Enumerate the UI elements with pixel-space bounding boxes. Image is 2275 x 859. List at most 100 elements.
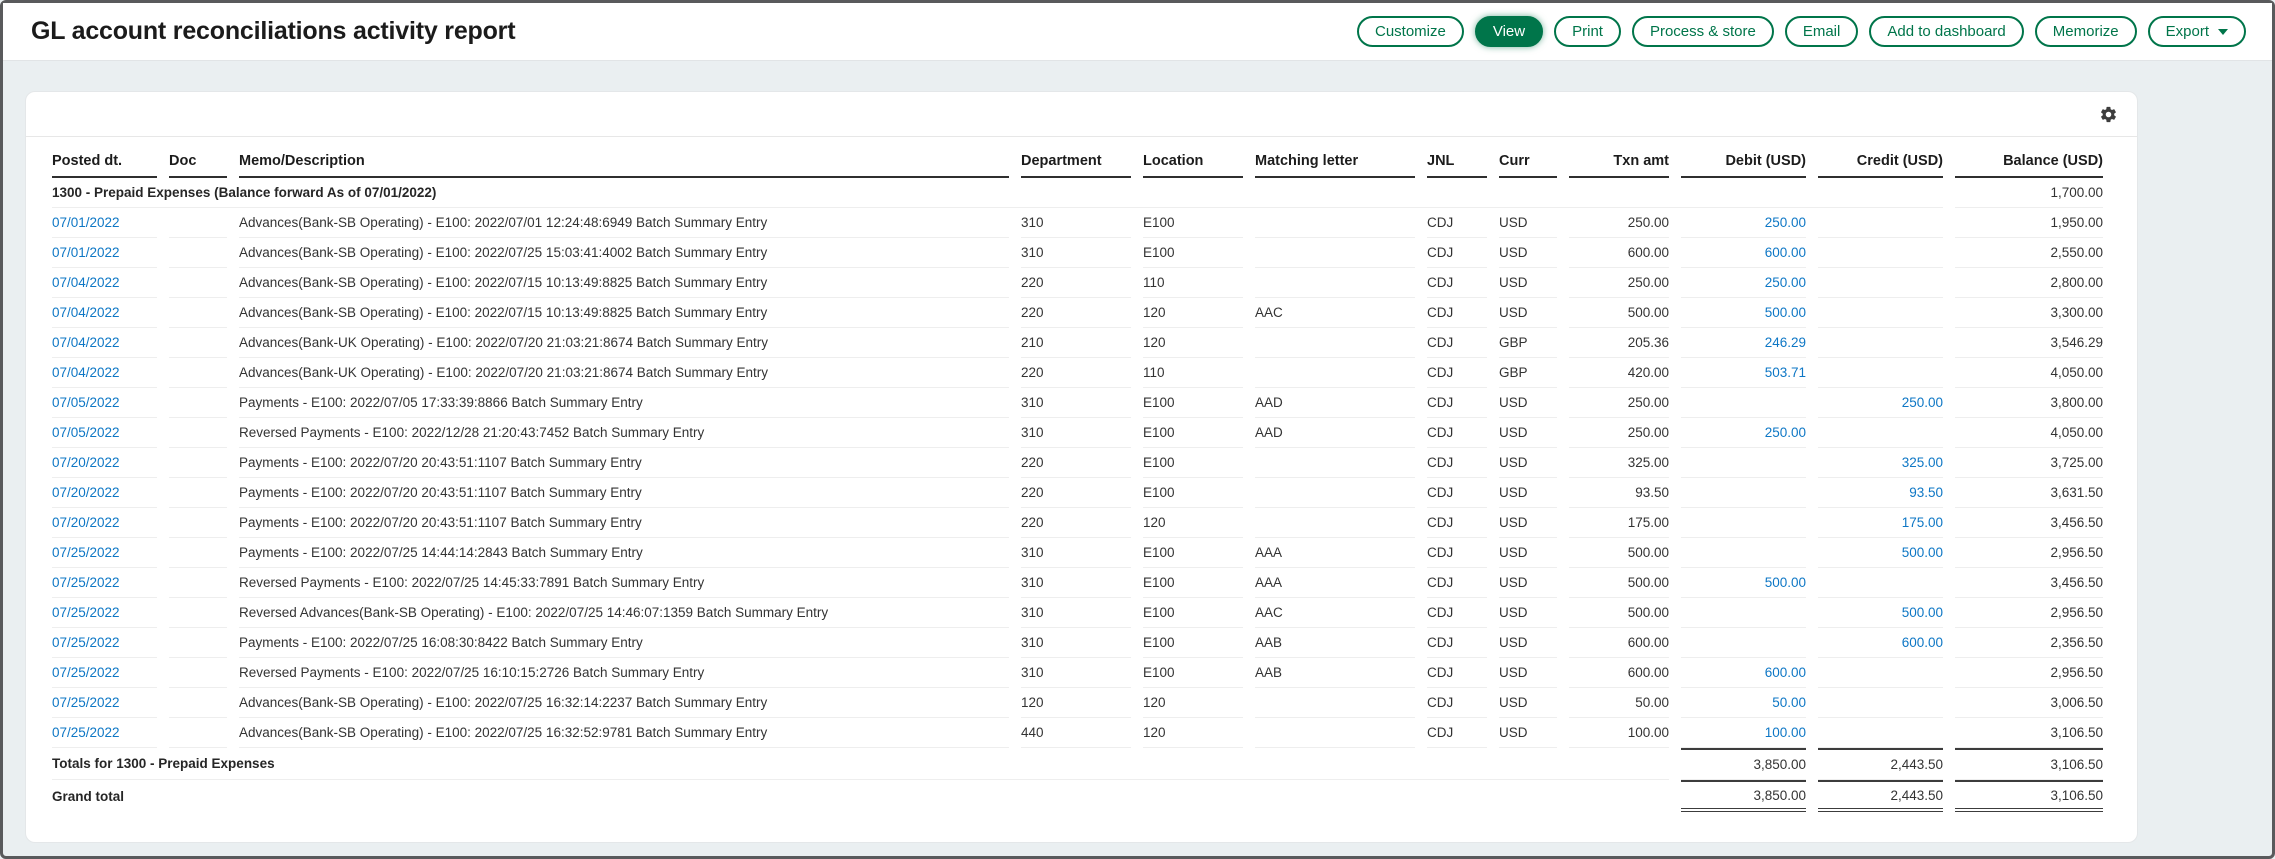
posted-date-link[interactable]: 07/20/2022 <box>52 455 120 470</box>
toolbar-button-add-to-dashboard[interactable]: Add to dashboard <box>1869 16 2023 47</box>
posted-date-link[interactable]: 07/20/2022 <box>52 485 120 500</box>
cell-balance: 4,050.00 <box>1955 418 2103 448</box>
cell-location: 110 <box>1143 358 1243 388</box>
settings-gear-icon[interactable] <box>2097 103 2119 125</box>
cell-matching <box>1255 208 1415 238</box>
cell-doc <box>169 658 227 688</box>
cell-matching <box>1255 448 1415 478</box>
cell-jnl: CDJ <box>1427 568 1487 598</box>
group-header-label: 1300 - Prepaid Expenses (Balance forward… <box>52 178 1943 208</box>
cell-jnl: CDJ <box>1427 538 1487 568</box>
column-header-memo: Memo/Description <box>239 143 1009 178</box>
posted-date-link[interactable]: 07/25/2022 <box>52 665 120 680</box>
cell-balance: 2,956.50 <box>1955 538 2103 568</box>
debit-amount-link[interactable]: 503.71 <box>1765 365 1806 380</box>
debit-amount-link[interactable]: 600.00 <box>1765 245 1806 260</box>
cell-department: 210 <box>1021 328 1131 358</box>
debit-amount-link[interactable]: 500.00 <box>1765 575 1806 590</box>
cell-credit <box>1818 718 1943 748</box>
button-label: Memorize <box>2053 24 2119 39</box>
debit-amount-link[interactable]: 250.00 <box>1765 215 1806 230</box>
posted-date-link[interactable]: 07/25/2022 <box>52 545 120 560</box>
posted-date-link[interactable]: 07/04/2022 <box>52 365 120 380</box>
cell-jnl: CDJ <box>1427 628 1487 658</box>
cell-txn: 250.00 <box>1569 388 1669 418</box>
posted-date-link[interactable]: 07/01/2022 <box>52 215 120 230</box>
credit-amount-link[interactable]: 600.00 <box>1902 635 1943 650</box>
posted-date-link[interactable]: 07/01/2022 <box>52 245 120 260</box>
caret-down-icon <box>2218 29 2228 35</box>
cell-doc <box>169 508 227 538</box>
posted-date-link[interactable]: 07/04/2022 <box>52 275 120 290</box>
cell-doc <box>169 208 227 238</box>
posted-date-link[interactable]: 07/04/2022 <box>52 305 120 320</box>
cell-credit: 175.00 <box>1818 508 1943 538</box>
cell-debit <box>1681 388 1806 418</box>
toolbar-button-print[interactable]: Print <box>1554 16 1621 47</box>
cell-matching <box>1255 328 1415 358</box>
cell-department: 310 <box>1021 418 1131 448</box>
cell-location: E100 <box>1143 478 1243 508</box>
table-row: 07/25/2022Advances(Bank-SB Operating) - … <box>52 688 2103 718</box>
button-label: Add to dashboard <box>1887 24 2005 39</box>
toolbar-button-email[interactable]: Email <box>1785 16 1859 47</box>
cell-debit: 100.00 <box>1681 718 1806 748</box>
cell-txn: 325.00 <box>1569 448 1669 478</box>
debit-amount-link[interactable]: 50.00 <box>1772 695 1806 710</box>
toolbar-button-process-store[interactable]: Process & store <box>1632 16 1774 47</box>
posted-date-link[interactable]: 07/05/2022 <box>52 425 120 440</box>
cell-doc <box>169 538 227 568</box>
table-row: 07/04/2022Advances(Bank-SB Operating) - … <box>52 298 2103 328</box>
toolbar-button-export[interactable]: Export <box>2148 16 2246 47</box>
credit-amount-link[interactable]: 93.50 <box>1909 485 1943 500</box>
debit-amount-link[interactable]: 600.00 <box>1765 665 1806 680</box>
debit-amount-link[interactable]: 500.00 <box>1765 305 1806 320</box>
posted-date-link[interactable]: 07/25/2022 <box>52 635 120 650</box>
column-header-location: Location <box>1143 143 1243 178</box>
debit-amount-link[interactable]: 100.00 <box>1765 725 1806 740</box>
cell-doc <box>169 298 227 328</box>
column-header-balance: Balance (USD) <box>1955 143 2103 178</box>
cell-location: 120 <box>1143 328 1243 358</box>
cell-balance: 2,956.50 <box>1955 598 2103 628</box>
cell-memo: Payments - E100: 2022/07/05 17:33:39:886… <box>239 388 1009 418</box>
posted-date-link[interactable]: 07/05/2022 <box>52 395 120 410</box>
credit-amount-link[interactable]: 500.00 <box>1902 545 1943 560</box>
cell-credit: 500.00 <box>1818 538 1943 568</box>
credit-amount-link[interactable]: 325.00 <box>1902 455 1943 470</box>
posted-date-link[interactable]: 07/25/2022 <box>52 575 120 590</box>
cell-matching: AAD <box>1255 388 1415 418</box>
toolbar-button-customize[interactable]: Customize <box>1357 16 1464 47</box>
cell-credit: 93.50 <box>1818 478 1943 508</box>
button-label: Process & store <box>1650 24 1756 39</box>
cell-credit <box>1818 328 1943 358</box>
totals-row-balance: 3,106.50 <box>1955 748 2103 780</box>
posted-date-link[interactable]: 07/25/2022 <box>52 725 120 740</box>
cell-curr: USD <box>1499 478 1557 508</box>
posted-date-link[interactable]: 07/25/2022 <box>52 605 120 620</box>
toolbar-button-view[interactable]: View <box>1475 16 1543 47</box>
posted-date-link[interactable]: 07/20/2022 <box>52 515 120 530</box>
cell-posted: 07/04/2022 <box>52 328 157 358</box>
cell-memo: Reversed Payments - E100: 2022/07/25 14:… <box>239 568 1009 598</box>
cell-location: E100 <box>1143 238 1243 268</box>
debit-amount-link[interactable]: 250.00 <box>1765 425 1806 440</box>
posted-date-link[interactable]: 07/25/2022 <box>52 695 120 710</box>
credit-amount-link[interactable]: 250.00 <box>1902 395 1943 410</box>
credit-amount-link[interactable]: 175.00 <box>1902 515 1943 530</box>
cell-credit <box>1818 238 1943 268</box>
cell-balance: 3,456.50 <box>1955 568 2103 598</box>
cell-doc <box>169 328 227 358</box>
cell-matching: AAB <box>1255 658 1415 688</box>
cell-location: E100 <box>1143 658 1243 688</box>
debit-amount-link[interactable]: 246.29 <box>1765 335 1806 350</box>
posted-date-link[interactable]: 07/04/2022 <box>52 335 120 350</box>
credit-amount-link[interactable]: 500.00 <box>1902 605 1943 620</box>
cell-location: 120 <box>1143 508 1243 538</box>
cell-balance: 3,800.00 <box>1955 388 2103 418</box>
debit-amount-link[interactable]: 250.00 <box>1765 275 1806 290</box>
cell-department: 220 <box>1021 508 1131 538</box>
toolbar-button-memorize[interactable]: Memorize <box>2035 16 2137 47</box>
cell-credit <box>1818 268 1943 298</box>
cell-txn: 93.50 <box>1569 478 1669 508</box>
